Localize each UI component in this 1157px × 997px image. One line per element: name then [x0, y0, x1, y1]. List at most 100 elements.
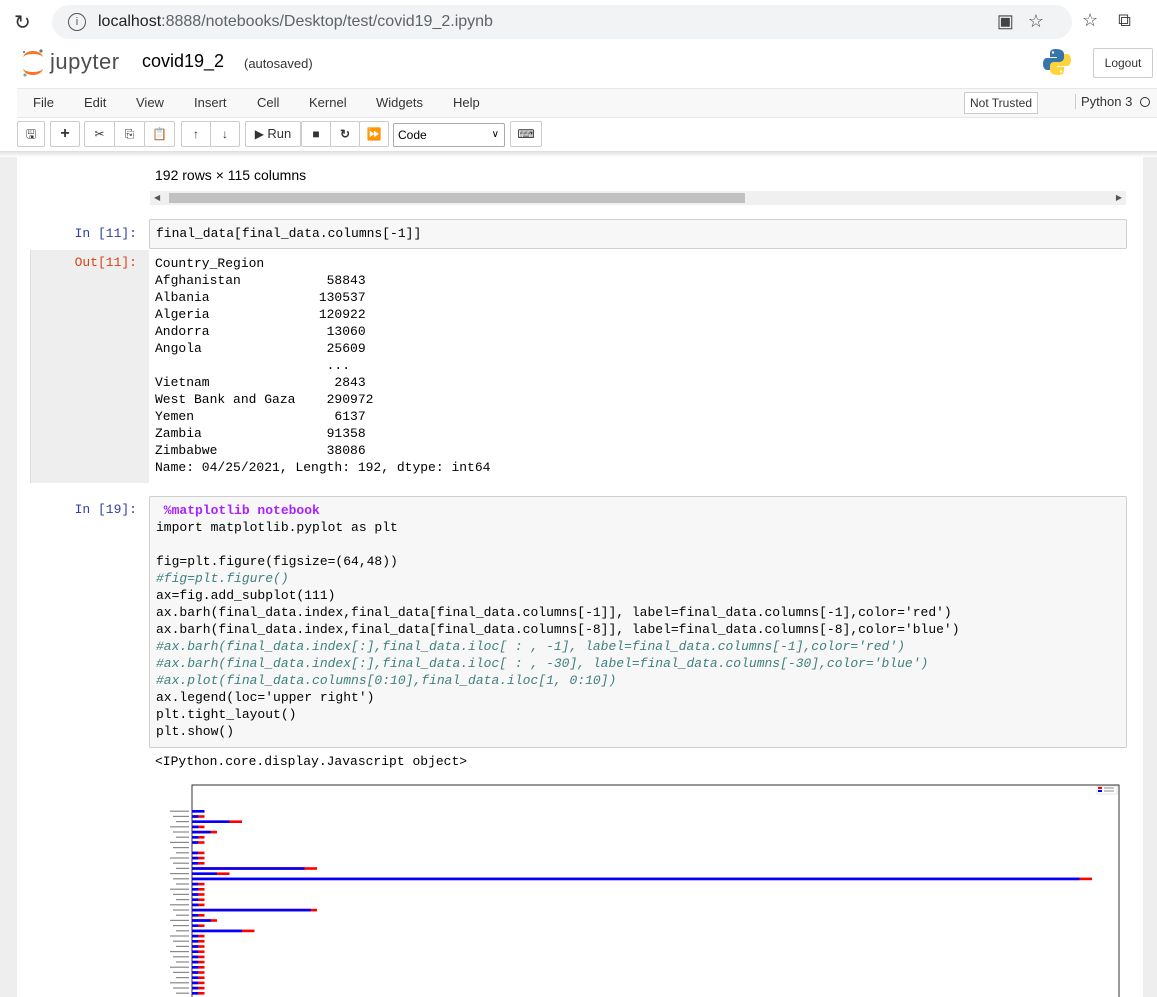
- restart-icon: ↻: [339, 127, 351, 141]
- save-button[interactable]: 🖫: [17, 121, 45, 147]
- scrollbar-thumb[interactable]: [169, 193, 745, 203]
- notebook-name[interactable]: covid19_2: [142, 51, 224, 72]
- copy-button[interactable]: ⎘: [114, 121, 145, 147]
- y-tick-label: [173, 956, 189, 958]
- code-line[interactable]: #ax.barh(final_data.index[:],final_data.…: [156, 639, 905, 654]
- code-line[interactable]: fig=plt.figure(figsize=(64,48)): [156, 554, 398, 569]
- bar-blue: [192, 877, 1080, 881]
- y-tick-label: [170, 826, 189, 828]
- collections-icon[interactable]: ⧉: [1118, 10, 1151, 30]
- kernel-name[interactable]: Python 3: [1075, 94, 1132, 109]
- in-prompt-19: In [19]:: [74, 502, 137, 517]
- insert-cell-button[interactable]: +: [50, 121, 80, 147]
- y-tick-label: [173, 940, 189, 942]
- y-tick-label: [173, 878, 189, 880]
- menu-edit[interactable]: Edit: [84, 95, 106, 110]
- cut-button[interactable]: ✂: [84, 121, 115, 147]
- dataframe-shape-text: 192 rows × 115 columns: [155, 167, 307, 183]
- jupyter-logo-icon[interactable]: [20, 47, 46, 79]
- bar-blue: [192, 940, 199, 943]
- horizontal-scrollbar[interactable]: ◀ ▶: [150, 191, 1126, 205]
- code-line[interactable]: #ax.plot(final_data.columns[0:10],final_…: [156, 673, 616, 688]
- not-trusted-button[interactable]: Not Trusted: [964, 92, 1039, 114]
- code-line[interactable]: import matplotlib.pyplot as plt: [156, 520, 398, 535]
- run-label: Run: [267, 126, 292, 141]
- code-cell-11[interactable]: final_data[final_data.columns[-1]]: [149, 219, 1127, 249]
- y-tick-label: [173, 831, 189, 833]
- reader-view-icon[interactable]: ▣: [997, 11, 1028, 31]
- favorite-add-icon[interactable]: ☆: [1028, 11, 1058, 31]
- jupyter-logo-text[interactable]: jupyter: [50, 49, 120, 75]
- move-up-button[interactable]: ↑: [181, 121, 211, 147]
- menu-view[interactable]: View: [136, 95, 164, 110]
- code-line[interactable]: ax.barh(final_data.index,final_data[fina…: [156, 622, 960, 637]
- y-tick-label: [173, 862, 189, 864]
- cell-11-output: Country_Region Afghanistan 58843 Albania…: [155, 256, 491, 475]
- restart-button[interactable]: ↻: [330, 121, 360, 147]
- code-line[interactable]: ax=fig.add_subplot(111): [156, 588, 335, 603]
- url-text[interactable]: localhost:8888/notebooks/Desktop/test/co…: [98, 13, 493, 31]
- chevron-down-icon: ∨: [491, 129, 499, 140]
- bar-blue: [192, 815, 199, 818]
- arrow-down-icon: ↓: [222, 127, 228, 141]
- move-down-button[interactable]: ↓: [210, 121, 240, 147]
- cell-type-value: Code: [398, 128, 427, 142]
- scroll-left-icon[interactable]: ◀: [154, 191, 160, 205]
- bar-blue: [192, 836, 199, 839]
- paste-button[interactable]: 📋: [144, 121, 175, 147]
- code-line[interactable]: %matplotlib notebook: [156, 503, 320, 518]
- code-editor[interactable]: %matplotlib notebook import matplotlib.p…: [156, 502, 960, 740]
- interrupt-button[interactable]: ■: [301, 121, 331, 147]
- code-line[interactable]: plt.tight_layout(): [156, 707, 296, 722]
- bar-blue: [192, 981, 199, 985]
- bar-blue: [192, 934, 199, 938]
- address-bar[interactable]: i localhost:8888/notebooks/Desktop/test/…: [52, 5, 1072, 39]
- menu-cell[interactable]: Cell: [257, 95, 279, 110]
- run-button[interactable]: ▶ Run: [245, 121, 301, 147]
- site-info-icon[interactable]: i: [68, 13, 86, 31]
- restart-run-all-button[interactable]: ⏩: [359, 121, 389, 147]
- bar-blue: [192, 820, 230, 823]
- bar-blue: [192, 882, 199, 886]
- y-tick-label: [173, 909, 189, 911]
- code-cell-19[interactable]: %matplotlib notebook import matplotlib.p…: [149, 496, 1127, 748]
- y-tick-label: [170, 919, 189, 921]
- y-tick-label: [176, 992, 189, 994]
- scroll-right-icon[interactable]: ▶: [1116, 191, 1122, 205]
- reload-icon[interactable]: ↻: [14, 10, 31, 35]
- logout-button[interactable]: Logout: [1093, 48, 1153, 78]
- notebook-page: 192 rows × 115 columns ◀ ▶ In [11]: fina…: [17, 157, 1143, 997]
- cell-type-select[interactable]: Code ∨: [393, 123, 505, 147]
- paste-icon: 📋: [152, 127, 167, 141]
- bar-blue: [192, 810, 205, 813]
- autosave-status: (autosaved): [244, 56, 313, 71]
- menu-kernel[interactable]: Kernel: [309, 95, 347, 110]
- code-line[interactable]: #fig=plt.figure(): [156, 571, 289, 586]
- bar-blue: [192, 955, 199, 959]
- code-line[interactable]: ax.barh(final_data.index,final_data[fina…: [156, 605, 952, 620]
- code-line[interactable]: #ax.barh(final_data.index[:],final_data.…: [156, 656, 928, 671]
- menu-insert[interactable]: Insert: [194, 95, 227, 110]
- code-line[interactable]: final_data[final_data.columns[-1]]: [156, 225, 421, 242]
- bar-blue: [192, 919, 211, 922]
- menu-help[interactable]: Help: [453, 95, 480, 110]
- favorites-icon[interactable]: ☆: [1082, 10, 1118, 30]
- y-tick-label: [176, 977, 189, 979]
- menu-widgets[interactable]: Widgets: [376, 95, 423, 110]
- y-tick-label: [170, 841, 189, 843]
- plus-icon: +: [60, 125, 70, 142]
- command-palette-button[interactable]: ⌨: [510, 121, 542, 147]
- jupyter-header: jupyter covid19_2 (autosaved) Logout: [0, 42, 1157, 86]
- y-tick-label: [170, 982, 189, 984]
- y-tick-label: [173, 971, 189, 973]
- menu-file[interactable]: File: [33, 95, 54, 110]
- code-line[interactable]: ax.legend(loc='upper right'): [156, 690, 374, 705]
- matplotlib-figure[interactable]: [152, 777, 1127, 997]
- y-tick-label: [173, 847, 189, 849]
- bar-blue: [192, 992, 199, 995]
- y-tick-label: [170, 810, 189, 812]
- bar-blue: [192, 971, 199, 974]
- bar-blue: [192, 825, 199, 829]
- output-collapser[interactable]: [30, 250, 149, 483]
- code-line[interactable]: plt.show(): [156, 724, 234, 739]
